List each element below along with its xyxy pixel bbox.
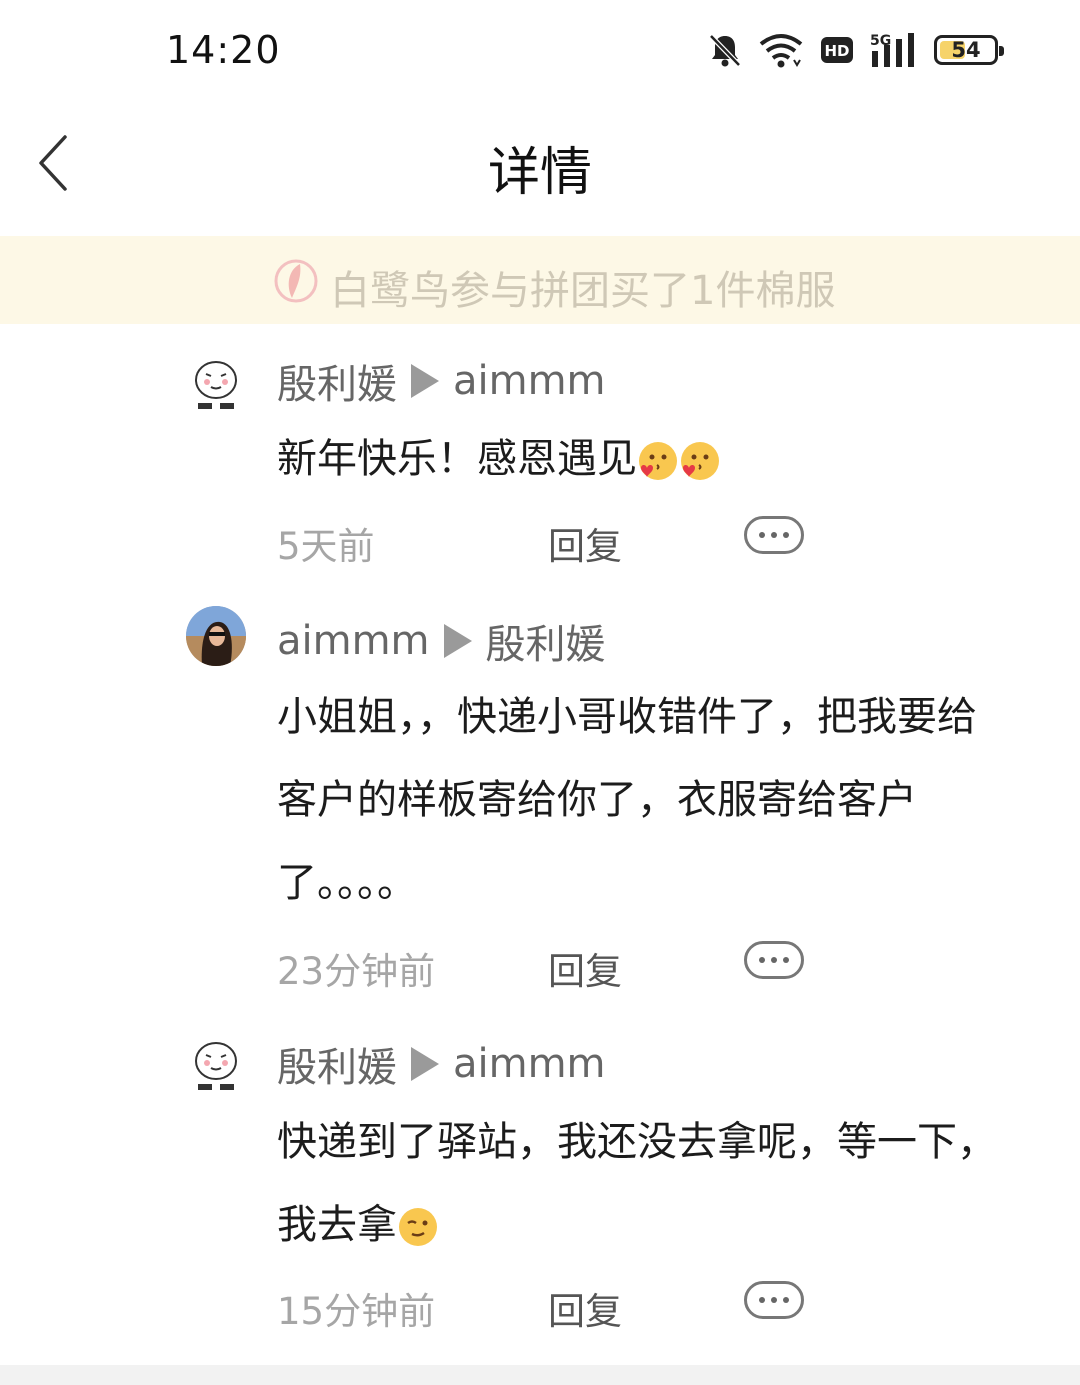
dot-icon [771, 957, 777, 963]
status-time: 14:20 [166, 28, 281, 72]
reply-to-name[interactable]: aimmm [453, 358, 606, 404]
dot-icon [783, 532, 789, 538]
comment-text: 新年快乐！感恩遇见 [277, 418, 1007, 501]
more-options-button[interactable] [744, 941, 804, 979]
comment-time: 5天前 [277, 525, 375, 568]
comment-item: aimmm 殷利媛 小姐姐，，快递小哥收错件了，把我要给客户的样板寄给你了，衣服… [0, 600, 1080, 1000]
reply-arrow-icon [411, 364, 439, 398]
battery-indicator: 54 [934, 35, 1004, 65]
author-name[interactable]: 殷利媛 [277, 1035, 397, 1093]
reply-arrow-icon [411, 1047, 439, 1081]
comment-text: 快递到了驿站，我还没去拿呢，等一下，我去拿 [277, 1101, 1007, 1267]
dot-icon [771, 1297, 777, 1303]
comment-time: 15分钟前 [277, 1290, 436, 1333]
reply-arrow-icon [443, 624, 472, 658]
page-title: 详情 [487, 143, 592, 203]
reply-to-name[interactable]: 殷利媛 [486, 612, 606, 670]
reply-button[interactable]: 回复 [548, 516, 622, 570]
avatar[interactable] [186, 356, 246, 416]
comment-item: 殷利媛 aimmm 新年快乐！感恩遇见 5天前 回复 [0, 340, 1080, 570]
comment-meta: 15分钟前 回复 [277, 1281, 1037, 1333]
5g-signal-icon: 5G [870, 33, 914, 67]
author-line: 殷利媛 aimmm [277, 1035, 606, 1093]
more-options-button[interactable] [744, 1281, 804, 1319]
dot-icon [759, 957, 765, 963]
avatar[interactable] [186, 1037, 246, 1097]
kissing-face-with-heart-icon [639, 442, 677, 480]
battery-level-text: 54 [951, 38, 981, 62]
bottom-divider [0, 1365, 1080, 1385]
status-icons: HD 5G 54 [708, 28, 1004, 72]
dot-icon [759, 1297, 765, 1303]
notice-text: 白鹭鸟参与拼团买了1件棉服 [330, 268, 836, 314]
comment-meta: 23分钟前 回复 [277, 941, 1037, 993]
cartoon-face-avatar-icon [195, 1042, 237, 1090]
reply-to-name[interactable]: aimmm [453, 1041, 606, 1087]
status-bar: 14:20 HD 5G 54 [0, 0, 1080, 100]
reply-button[interactable]: 回复 [548, 1281, 622, 1335]
wifi-icon [759, 34, 803, 68]
comment-time: 23分钟前 [277, 950, 436, 993]
notice-bar[interactable]: 白鹭鸟参与拼团买了1件棉服 [0, 236, 1080, 324]
avatar[interactable] [186, 606, 246, 666]
author-line: 殷利媛 aimmm [277, 352, 606, 410]
dot-icon [771, 532, 777, 538]
cartoon-face-avatar-icon [195, 361, 237, 409]
comment-meta: 5天前 回复 [277, 516, 1037, 568]
nav-header: 详情 [0, 100, 1080, 235]
author-name[interactable]: 殷利媛 [277, 352, 397, 410]
kissing-face-with-heart-icon [681, 442, 719, 480]
more-options-button[interactable] [744, 516, 804, 554]
dot-icon [783, 1297, 789, 1303]
comment-text-body: 快递到了驿站，我还没去拿呢，等一下，我去拿 [277, 1119, 997, 1248]
reply-button[interactable]: 回复 [548, 941, 622, 995]
bell-off-icon [709, 34, 741, 67]
hd-label: HD [824, 42, 849, 60]
hd-icon: HD [821, 37, 853, 63]
user-photo-avatar-icon [186, 606, 246, 666]
comment-item: 殷利媛 aimmm 快递到了驿站，我还没去拿呢，等一下，我去拿 15分钟前 回复 [0, 1025, 1080, 1345]
dot-icon [783, 957, 789, 963]
winking-face-icon [399, 1208, 437, 1246]
author-line: aimmm 殷利媛 [277, 612, 606, 670]
comment-text: 小姐姐，，快递小哥收错件了，把我要给客户的样板寄给你了，衣服寄给客户了。。。。 [277, 694, 977, 906]
dot-icon [759, 532, 765, 538]
author-name[interactable]: aimmm [277, 618, 430, 664]
feather-icon [274, 259, 318, 303]
comment-text-body: 新年快乐！感恩遇见 [277, 436, 637, 482]
battery-cap [999, 46, 1004, 56]
